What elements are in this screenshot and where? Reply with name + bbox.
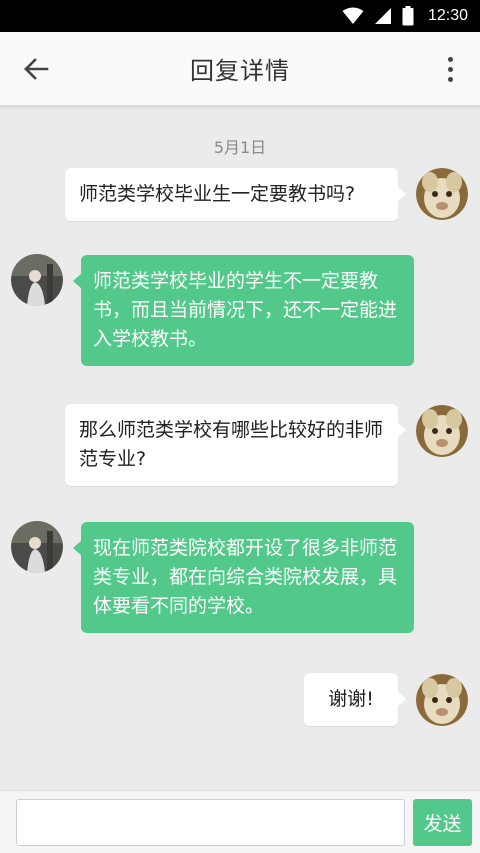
more-vert-icon-dot (447, 66, 453, 72)
page-title: 回复详情 (190, 57, 290, 85)
back-button[interactable] (18, 54, 54, 84)
message-bubble-outgoing[interactable]: 师范类学校毕业生一定要教书吗? (65, 168, 406, 221)
more-options-button[interactable] (438, 52, 462, 86)
message-text: 师范类学校毕业生一定要教书吗? (79, 183, 356, 205)
status-bar: 12:30 (0, 0, 480, 32)
message-text: 那么师范类学校有哪些比较好的非师范专业? (79, 419, 384, 470)
signal-icon (374, 8, 391, 24)
date-separator: 5月1日 (213, 138, 267, 157)
message-bubble-outgoing[interactable]: 那么师范类学校有哪些比较好的非师范专业? (65, 404, 406, 486)
chat-area[interactable]: 5月1日 师范类学校毕业生一定要教书吗? 师范类学校毕业的学生不一定要教书，而且… (0, 106, 480, 790)
other-avatar[interactable] (11, 254, 63, 306)
status-time: 12:30 (427, 7, 468, 24)
other-avatar-image (11, 521, 63, 573)
more-vert-icon-dot (447, 76, 453, 82)
wifi-icon (342, 7, 364, 24)
user-avatar-image (416, 674, 468, 726)
more-vert-icon (447, 56, 453, 62)
app-bar: 回复详情 (0, 32, 480, 106)
other-avatar[interactable] (11, 521, 63, 573)
message-text: 谢谢! (328, 688, 374, 710)
user-avatar[interactable] (416, 405, 468, 457)
user-avatar[interactable] (416, 674, 468, 726)
user-avatar-image (416, 168, 468, 220)
user-avatar[interactable] (416, 168, 468, 220)
user-avatar-image (416, 405, 468, 457)
message-bubble-incoming[interactable]: 师范类学校毕业的学生不一定要教书，而且当前情况下，还不一定能进入学校教书。 (73, 255, 414, 366)
message-bubble-outgoing[interactable]: 谢谢! (304, 673, 406, 726)
other-avatar-image (11, 254, 63, 306)
message-input-bar: 发送 (0, 790, 480, 853)
message-text: 师范类学校毕业的学生不一定要教书，而且当前情况下，还不一定能进入学校教书。 (93, 270, 398, 350)
arrow-left-icon (24, 58, 49, 80)
battery-icon (402, 6, 414, 26)
message-text: 现在师范类院校都开设了很多非师范类专业，都在向综合类院校发展，具体要看不同的学校… (93, 537, 398, 617)
message-input[interactable] (16, 799, 405, 846)
message-bubble-incoming[interactable]: 现在师范类院校都开设了很多非师范类专业，都在向综合类院校发展，具体要看不同的学校… (73, 522, 414, 633)
send-button[interactable]: 发送 (413, 799, 472, 846)
